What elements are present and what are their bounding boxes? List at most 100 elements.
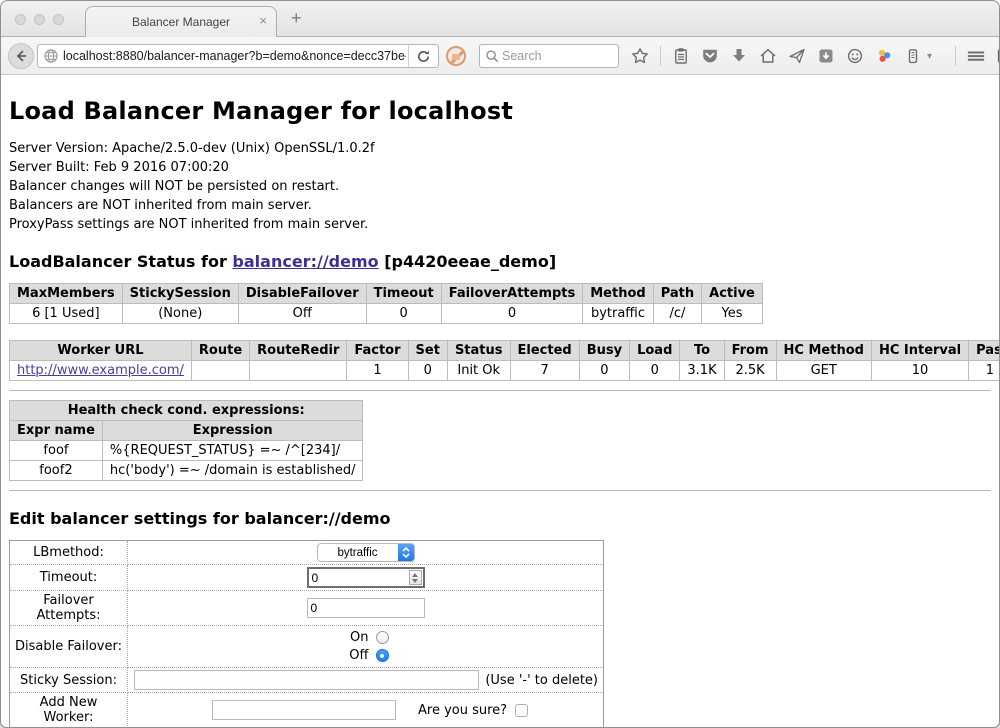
table-cell: 0: [630, 361, 680, 381]
add-new-worker-label: Add New Worker:: [10, 693, 128, 728]
sticky-session-cell: (Use '-' to delete): [128, 668, 604, 693]
form-row: Disable Failover: On Off: [10, 626, 604, 668]
back-arrow-icon: [14, 49, 28, 63]
table-cell: bytraffic: [583, 304, 653, 324]
window-close-button[interactable]: [15, 14, 26, 25]
extension-download-icon[interactable]: [817, 47, 835, 65]
table-header-row: Expr name Expression: [10, 421, 363, 441]
balancer-demo-link[interactable]: balancer://demo: [232, 252, 378, 271]
reader-battery-icon[interactable]: [904, 47, 922, 65]
downloads-icon[interactable]: [730, 47, 748, 65]
reload-icon: [416, 49, 431, 64]
server-built-line: Server Built: Feb 9 2016 07:00:20: [9, 158, 991, 177]
confirm-checkbox[interactable]: [515, 704, 528, 717]
sticky-session-label: Sticky Session:: [10, 668, 128, 693]
chat-smiley-icon[interactable]: [846, 47, 864, 65]
disable-failover-label: Disable Failover:: [10, 626, 128, 668]
lbmethod-cell: bytraffic: [128, 541, 604, 565]
worker-url-link[interactable]: http://www.example.com/: [17, 363, 184, 378]
bookmarks-clipboard-icon[interactable]: [672, 47, 690, 65]
status-heading-prefix: LoadBalancer Status for: [9, 252, 232, 271]
search-bar[interactable]: [479, 44, 619, 68]
header-cell: To: [680, 341, 724, 361]
lbmethod-label: LBmethod:: [10, 541, 128, 565]
edit-settings-heading: Edit balancer settings for balancer://de…: [9, 509, 991, 528]
number-spinner[interactable]: [409, 570, 422, 585]
table-cell: 6 [1 Used]: [10, 304, 123, 324]
table-row: foof %{REQUEST_STATUS} =~ /^[234]/: [10, 441, 363, 461]
expr-name-cell: foof2: [10, 461, 103, 481]
persist-note-line: Balancer changes will NOT be persisted o…: [9, 177, 991, 196]
table-cell: 0: [441, 304, 583, 324]
failover-attempts-input[interactable]: [307, 598, 425, 618]
new-tab-button[interactable]: +: [291, 8, 302, 29]
lbmethod-select[interactable]: bytraffic: [317, 543, 415, 562]
url-input[interactable]: [61, 49, 408, 63]
menu-icon[interactable]: [967, 47, 985, 65]
search-input[interactable]: [500, 48, 614, 64]
radio-on-label: On: [343, 630, 369, 645]
sticky-session-hint: (Use '-' to delete): [485, 673, 599, 688]
form-row: Sticky Session: (Use '-' to delete): [10, 668, 604, 693]
content-blocked-icon[interactable]: [446, 46, 466, 66]
tab-close-icon[interactable]: ×: [259, 14, 267, 27]
timeout-input[interactable]: [307, 567, 425, 588]
status-heading-suffix: [p4420eeae_demo]: [379, 252, 557, 271]
table-header-row: MaxMembers StickySession DisableFailover…: [10, 284, 763, 304]
header-cell: Worker URL: [10, 341, 192, 361]
edit-balancer-form: LBmethod: bytraffic Timeout:: [9, 540, 604, 728]
colored-dots-icon[interactable]: [875, 47, 893, 65]
health-table-title: Health check cond. expressions:: [10, 401, 363, 421]
table-cell: Off: [238, 304, 366, 324]
home-icon[interactable]: [759, 47, 777, 65]
disable-failover-off-radio[interactable]: [376, 649, 389, 662]
send-icon[interactable]: [788, 47, 806, 65]
header-cell: From: [724, 341, 776, 361]
new-worker-input[interactable]: [212, 700, 396, 720]
header-cell: Path: [653, 284, 701, 304]
back-button[interactable]: [8, 43, 34, 69]
radio-off-label: Off: [343, 648, 369, 663]
page-title: Load Balancer Manager for localhost: [9, 97, 991, 125]
table-cell: 3.1K: [680, 361, 724, 381]
table-cell: 10: [871, 361, 968, 381]
url-bar[interactable]: [37, 44, 439, 68]
pocket-icon[interactable]: [701, 47, 719, 65]
scrapbook-icon[interactable]: [996, 47, 1000, 65]
header-cell: RouteRedir: [250, 341, 347, 361]
window-zoom-button[interactable]: [53, 14, 64, 25]
add-new-worker-cell: Are you sure?: [128, 693, 604, 728]
table-row: http://www.example.com/ 1 0 Init Ok 7 0 …: [10, 361, 1000, 381]
table-cell: 1: [347, 361, 408, 381]
header-cell: Elected: [510, 341, 579, 361]
tab-balancer-manager[interactable]: Balancer Manager ×: [85, 6, 277, 37]
lbmethod-selected-value: bytraffic: [318, 547, 398, 559]
header-cell: Timeout: [366, 284, 441, 304]
chevron-down-icon[interactable]: ▾: [927, 51, 932, 62]
header-cell: MaxMembers: [10, 284, 123, 304]
table-cell: /c/: [653, 304, 701, 324]
table-cell: 2.5K: [724, 361, 776, 381]
header-cell: FailoverAttempts: [441, 284, 583, 304]
worker-status-table: Worker URL Route RouteRedir Factor Set S…: [9, 340, 999, 381]
form-row: Add New Worker: Are you sure?: [10, 693, 604, 728]
divider: [9, 390, 991, 391]
table-cell: 7: [510, 361, 579, 381]
balancer-status-table: MaxMembers StickySession DisableFailover…: [9, 283, 763, 324]
table-header-row: Health check cond. expressions:: [10, 401, 363, 421]
table-cell: Init Ok: [447, 361, 510, 381]
failover-attempts-label: Failover Attempts:: [10, 591, 128, 626]
inherit-note-line: Balancers are NOT inherited from main se…: [9, 196, 991, 215]
disable-failover-on-radio[interactable]: [376, 631, 389, 644]
navigation-toolbar: ▾: [1, 37, 999, 75]
tab-title: Balancer Manager: [132, 15, 230, 29]
window-minimize-button[interactable]: [34, 14, 45, 25]
tab-bar: Balancer Manager × +: [1, 1, 999, 37]
expression-cell: hc('body') =~ /domain is established/: [102, 461, 363, 481]
bookmark-star-icon[interactable]: [631, 47, 649, 65]
header-cell: Method: [583, 284, 653, 304]
reload-button[interactable]: [408, 45, 438, 67]
server-info: Server Version: Apache/2.5.0-dev (Unix) …: [9, 139, 991, 234]
sticky-session-input[interactable]: [134, 670, 479, 690]
divider: [9, 490, 991, 491]
